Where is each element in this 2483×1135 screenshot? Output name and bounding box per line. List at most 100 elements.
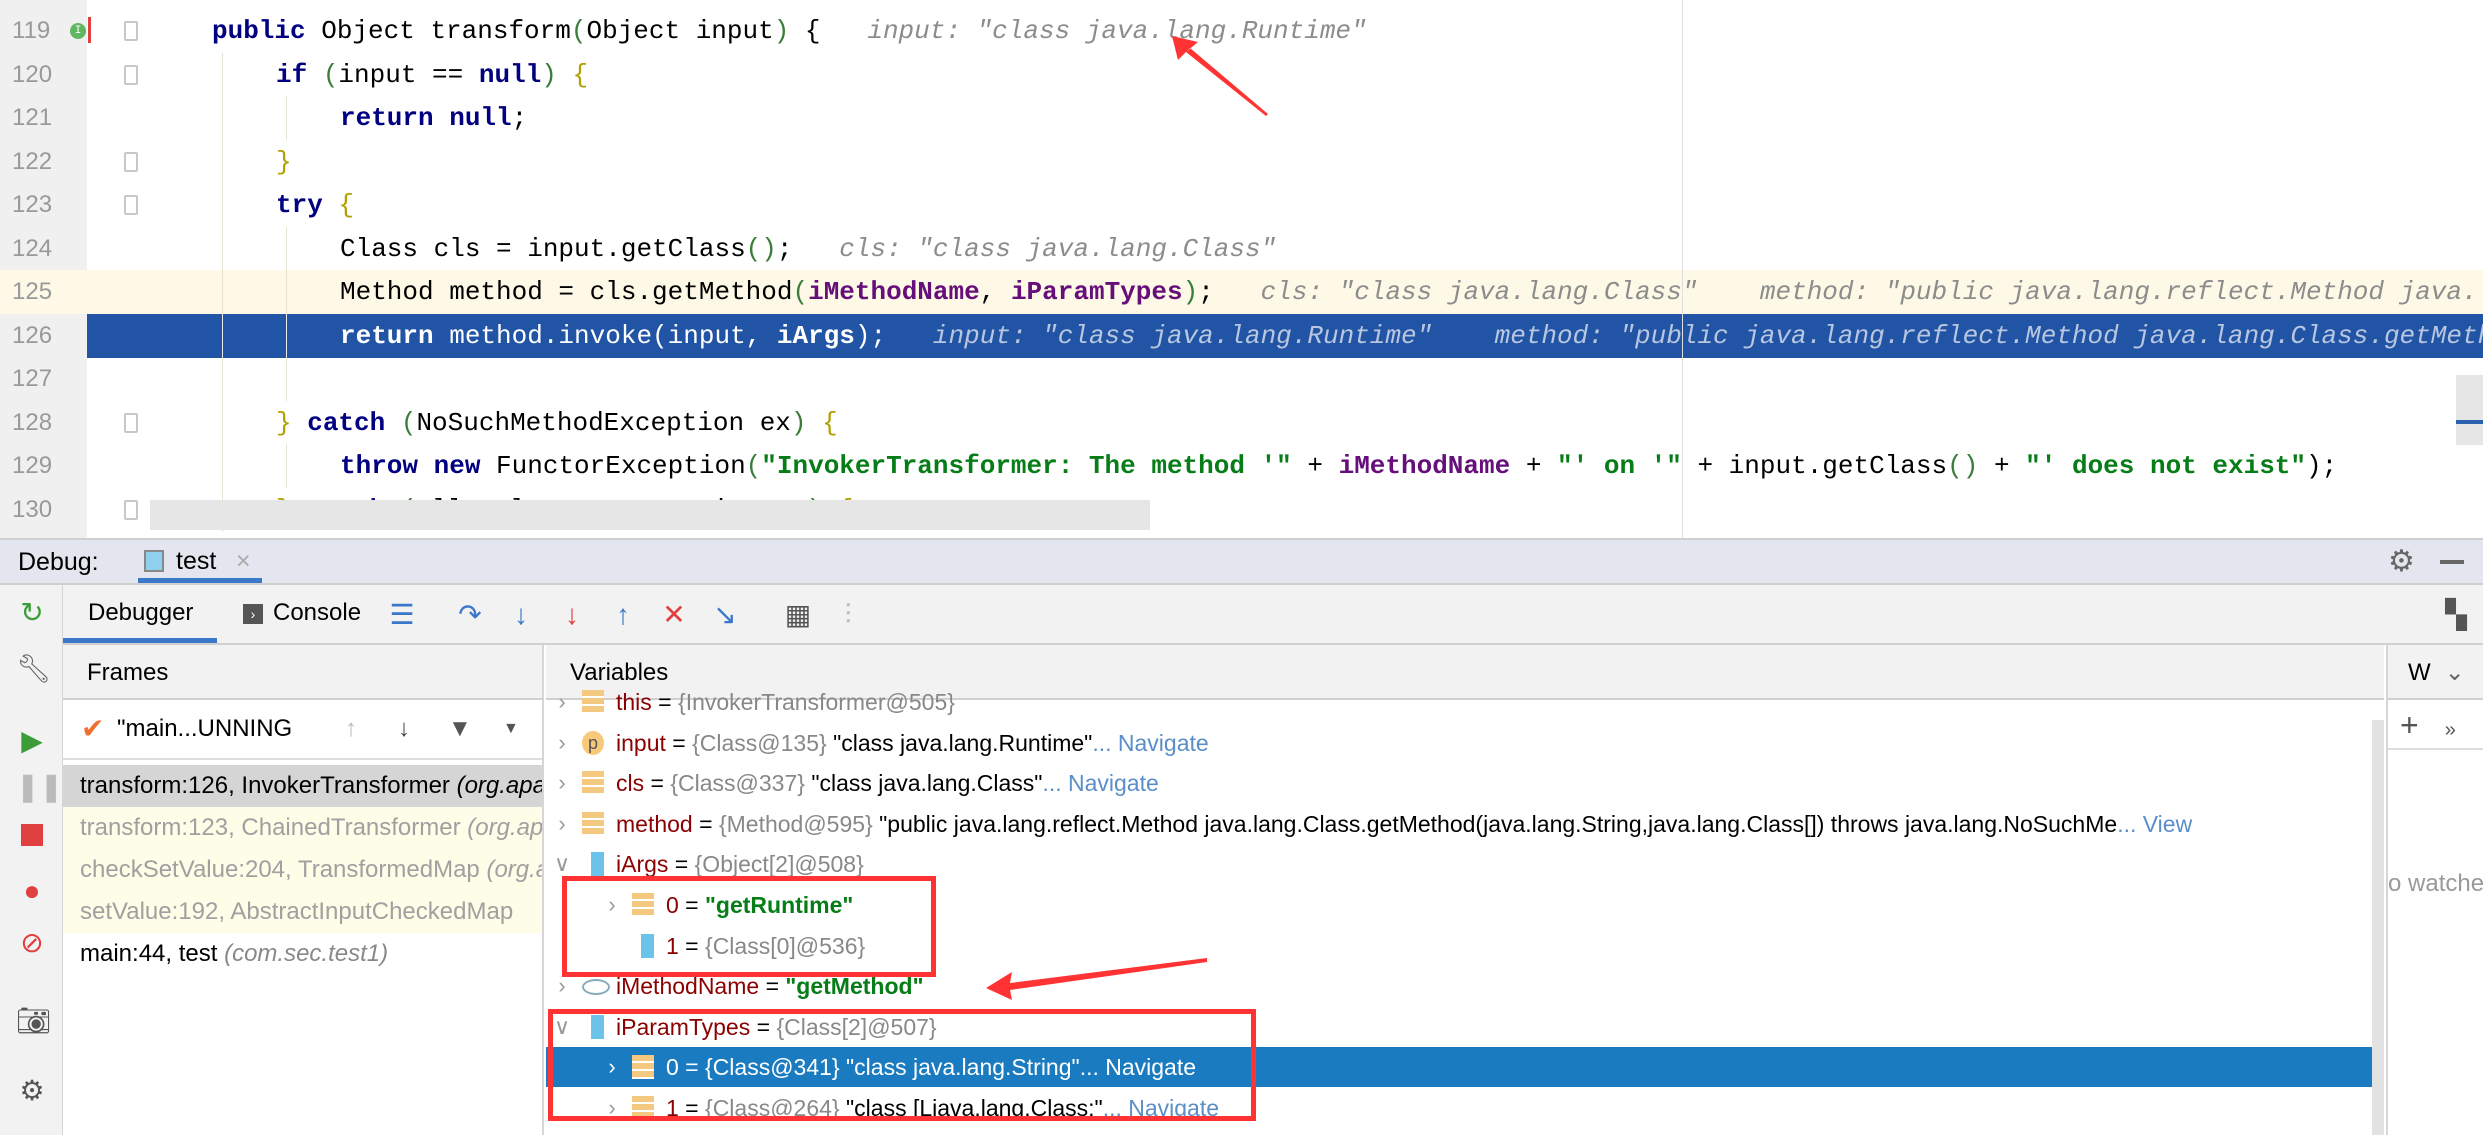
frame-method: transform:123, ChainedTransformer (80, 814, 461, 841)
resume-icon[interactable]: ▶ (16, 725, 48, 757)
more-icon[interactable]: » (2445, 719, 2456, 741)
variable-row[interactable]: › 1 = {Class@264} "class [Ljava.lang.Clas… (546, 1088, 2384, 1128)
variable-type: {Class@341} (705, 1054, 840, 1081)
variable-type: {Class[2]@507} (776, 1013, 937, 1040)
code-token: } (276, 407, 308, 438)
close-icon[interactable]: × (236, 547, 251, 576)
step-into-icon[interactable]: ↓ (504, 595, 538, 635)
code-line[interactable]: 125 Method method = cls.getMethod(iMethod… (0, 270, 2483, 314)
collapsed-chevron-icon[interactable]: › (602, 885, 622, 925)
expanded-chevron-icon[interactable]: ∨ (552, 844, 572, 884)
code-line[interactable]: 129 throw new FunctorException("InvokerTr… (0, 444, 2483, 488)
fold-marker-icon[interactable] (124, 64, 138, 85)
collapsed-chevron-icon[interactable]: › (552, 723, 572, 763)
code-line[interactable]: 119 Ipublic Object transform(Object input… (0, 9, 2483, 53)
filter-icon[interactable]: ▼ (448, 700, 472, 758)
navigate-link[interactable]: ... Navigate (1103, 1095, 1219, 1121)
mute-breakpoints-icon[interactable]: ⊘ (16, 927, 48, 959)
camera-icon[interactable]: 📷︎ (16, 1005, 52, 1037)
fold-marker-icon[interactable] (124, 412, 138, 433)
code-line[interactable]: 121 return null; (0, 96, 2483, 140)
up-arrow-icon[interactable]: ↑ (345, 700, 357, 758)
frame-item[interactable]: checkSetValue:204, TransformedMap (org.a… (63, 849, 542, 891)
force-step-into-icon[interactable]: ↓ (555, 595, 589, 635)
variable-name: 0 (666, 1054, 679, 1081)
collapsed-chevron-icon[interactable]: › (552, 804, 572, 844)
variable-row[interactable]: › p input = {Class@135} "class java.lang.R… (546, 723, 2384, 763)
restore-layout-icon[interactable]: ▚ (2439, 595, 2473, 635)
variable-row[interactable]: › 0 = {Class@341} "class java.lang.String… (546, 1047, 2384, 1088)
code-line[interactable]: 128} catch (NoSuchMethodException ex) { (0, 400, 2483, 445)
trace-stream-icon[interactable]: ⫶ (831, 595, 865, 635)
fold-marker-icon[interactable] (124, 195, 138, 215)
variable-row[interactable]: › this = {InvokerTransformer@505} (546, 682, 2384, 722)
evaluate-expression-icon[interactable]: ▦ (781, 595, 815, 635)
layout-icon[interactable]: ☰ (385, 595, 419, 635)
expanded-chevron-icon[interactable]: ∨ (552, 1007, 572, 1047)
step-over-icon[interactable]: ↷ (453, 595, 487, 635)
indent-guide (286, 313, 287, 358)
frame-method: checkSetValue:204, TransformedMap (80, 856, 480, 883)
code-line[interactable]: 126 return method.invoke(input, iArgs); i… (0, 313, 2483, 358)
variable-row[interactable]: › iMethodName = "getMethod" (546, 966, 2384, 1006)
chevron-down-icon[interactable]: ▼ (503, 700, 519, 758)
tab-console[interactable]: › Console (243, 585, 361, 643)
editor-scrollbar[interactable] (2456, 375, 2483, 445)
variable-row[interactable]: ∨ iParamTypes = {Class[2]@507} (546, 1007, 2384, 1047)
code-line[interactable]: 123 try { (0, 183, 2483, 227)
frame-item[interactable]: transform:126, InvokerTransformer (org.a… (63, 765, 542, 807)
fold-marker-icon[interactable] (124, 151, 138, 172)
step-out-icon[interactable]: ↑ (606, 595, 640, 635)
drop-frame-icon[interactable]: ✕ (657, 595, 691, 635)
equals-sign: = (678, 1054, 706, 1081)
pause-icon[interactable]: ❚❚ (16, 771, 63, 803)
variable-text: iParamTypes = {Class[2]@507} (616, 1007, 937, 1047)
add-watch-icon[interactable]: + (2400, 707, 2419, 743)
minimize-icon[interactable] (2440, 560, 2464, 564)
fold-marker-icon[interactable] (124, 21, 138, 41)
navigate-link[interactable]: ... Navigate (1092, 730, 1208, 756)
variable-row[interactable]: › method = {Method@595} "public java.lang… (546, 804, 2384, 844)
fold-marker-icon[interactable] (124, 499, 138, 520)
thread-dropdown[interactable]: "main...UNNING (117, 700, 292, 758)
code-line[interactable]: 120 if (input == null) { (0, 52, 2483, 97)
settings-icon[interactable]: ⚙ (16, 1075, 48, 1107)
code-line[interactable]: 122} (0, 139, 2483, 184)
variable-type: {Method@595} (718, 810, 873, 837)
stop-icon[interactable] (16, 821, 48, 853)
collapsed-chevron-icon[interactable]: › (552, 682, 572, 722)
collapsed-chevron-icon[interactable]: › (552, 966, 572, 1006)
override-arrow-icon (88, 17, 91, 43)
tab-debugger[interactable]: Debugger (63, 585, 217, 643)
wrench-icon[interactable]: 🔧︎ (16, 653, 52, 685)
collapsed-chevron-icon[interactable]: › (602, 1047, 622, 1087)
navigate-link[interactable]: ... Navigate (1042, 770, 1158, 796)
equals-sign: = (678, 892, 706, 918)
variable-row[interactable]: › 0 = "getRuntime" (546, 885, 2384, 925)
collapsed-chevron-icon[interactable]: › (552, 763, 572, 803)
breakpoint-icon[interactable]: I (70, 23, 86, 39)
variables-scrollbar[interactable] (2372, 720, 2384, 1135)
variable-row[interactable]: 1 = {Class[0]@536} (546, 926, 2384, 966)
variable-value: "getRuntime" (705, 892, 854, 918)
chevron-down-icon[interactable]: ⌄ (2445, 659, 2465, 686)
field-icon (632, 1096, 654, 1120)
navigate-link[interactable]: ... Navigate (1080, 1054, 1196, 1080)
frame-item[interactable]: setValue:192, AbstractInputCheckedMap (63, 891, 542, 933)
horizontal-scrollbar[interactable] (150, 500, 1150, 530)
code-editor[interactable]: 119 Ipublic Object transform(Object input… (0, 0, 2483, 538)
code-line[interactable]: 127 (0, 357, 2483, 401)
frame-item[interactable]: main:44, test (com.sec.test1) (63, 933, 542, 975)
variable-row[interactable]: › cls = {Class@337} "class java.lang.Clas… (546, 763, 2384, 803)
session-tab-test[interactable]: test × (138, 540, 262, 583)
frame-item[interactable]: transform:123, ChainedTransformer (org.a… (63, 807, 542, 849)
down-arrow-icon[interactable]: ↓ (398, 700, 410, 758)
code-line[interactable]: 124 Class cls = input.getClass(); cls: "c… (0, 226, 2483, 271)
gear-icon[interactable]: ⚙ (2388, 544, 2415, 579)
rerun-icon[interactable]: ↻ (16, 597, 48, 629)
run-to-cursor-icon[interactable]: ↘ (708, 595, 742, 635)
navigate-link[interactable]: ... View (2117, 811, 2192, 837)
variable-row[interactable]: ∨ iArgs = {Object[2]@508} (546, 844, 2384, 884)
collapsed-chevron-icon[interactable]: › (602, 1088, 622, 1128)
view-breakpoints-icon[interactable]: ● (16, 875, 48, 907)
